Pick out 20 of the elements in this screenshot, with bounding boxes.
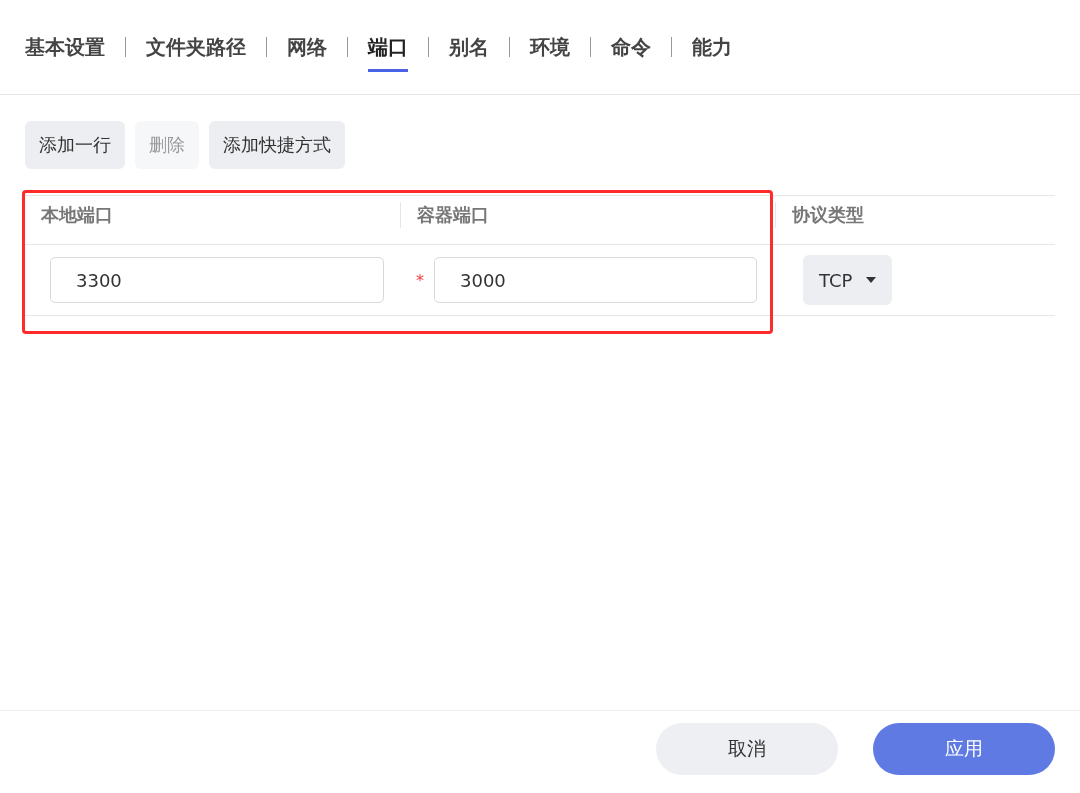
column-header: 协议类型 bbox=[775, 201, 1055, 228]
container-port-field[interactable]: 3000 bbox=[434, 257, 757, 303]
tab[interactable]: 网络 bbox=[287, 22, 327, 72]
tab[interactable]: 命令 bbox=[611, 22, 651, 72]
protocol-dropdown[interactable]: TCP bbox=[803, 255, 893, 305]
tab[interactable]: 能力 bbox=[692, 22, 732, 72]
local-port-field[interactable]: 3300 bbox=[50, 257, 384, 303]
apply-button[interactable]: 应用 bbox=[873, 723, 1055, 775]
required-mark: * bbox=[416, 270, 424, 290]
column-header: 本地端口 bbox=[40, 202, 114, 227]
caret-icon bbox=[866, 277, 877, 283]
tab[interactable]: 文件夹路径 bbox=[146, 22, 246, 72]
tab[interactable]: 端口 bbox=[368, 22, 408, 72]
toolbar-button[interactable]: 添加快捷方式 bbox=[209, 121, 345, 169]
tab[interactable]: 环境 bbox=[530, 22, 570, 72]
tab[interactable]: 基本设置 bbox=[25, 22, 105, 72]
tab[interactable]: 别名 bbox=[449, 22, 489, 72]
cancel-button[interactable]: 取消 bbox=[656, 723, 838, 775]
column-header: 容器端口 bbox=[400, 201, 775, 228]
toolbar-button[interactable]: 添加一行 bbox=[25, 121, 125, 169]
